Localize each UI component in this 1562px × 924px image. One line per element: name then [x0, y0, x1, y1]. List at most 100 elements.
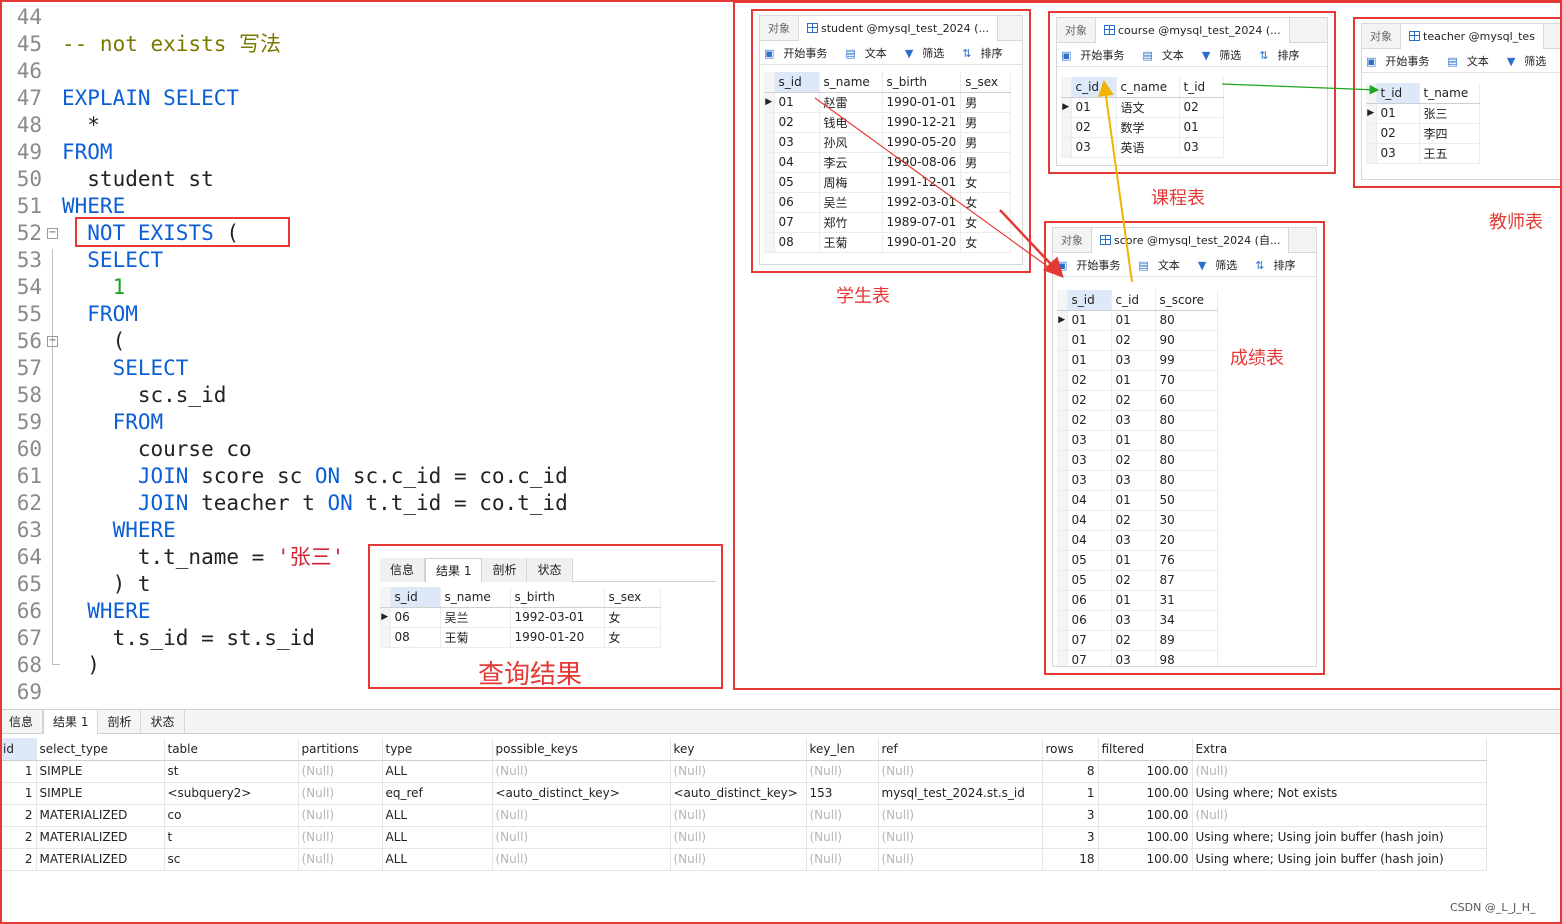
explain-result-grid[interactable]: id select_type table partitions type possible… [0, 738, 1487, 871]
column-header-partitions[interactable]: partitions [298, 738, 383, 761]
begin_tx-button[interactable]: ▣ 开始事务 [764, 45, 836, 61]
table-row[interactable]: 03 03 80 [1057, 470, 1218, 491]
table-row[interactable]: 07 郑竹 1989-07-01 女 [764, 212, 1012, 233]
table-row[interactable]: 06 01 31 [1057, 590, 1218, 611]
begin_tx-button[interactable]: ▣ 开始事务 [1061, 47, 1133, 63]
query-result-grid[interactable]: s_id s_name s_birth s_sex ▶ 06 吴兰 1992-03-01 女 08… [380, 587, 661, 648]
table-row[interactable]: ▶ 01 赵雷 1990-01-01 男 [764, 92, 1012, 113]
column-header-s_id[interactable]: s_id [1067, 290, 1112, 311]
sort-button[interactable]: ⇅ 排序 [962, 45, 1011, 61]
column-header-possible_keys[interactable]: possible_keys [492, 738, 671, 761]
column-header-t_id[interactable]: t_id [1376, 83, 1420, 104]
table-row[interactable]: 08 王菊 1990-01-20 女 [380, 627, 661, 648]
column-header-s_sex[interactable]: s_sex [960, 72, 1012, 93]
column-header-s_score[interactable]: s_score [1155, 290, 1218, 311]
table-row[interactable]: 02 01 70 [1057, 370, 1218, 391]
table-row[interactable]: 03 王五 [1366, 143, 1480, 164]
column-header-key[interactable]: key [670, 738, 807, 761]
text-button[interactable]: ▤ 文本 [1138, 257, 1188, 273]
explain-tab-0[interactable]: 信息 [0, 710, 44, 734]
table-row[interactable]: 04 02 30 [1057, 510, 1218, 531]
table-row[interactable]: 05 02 87 [1057, 570, 1218, 591]
result-tab-3[interactable]: 状态 [527, 558, 573, 582]
table-row[interactable]: 04 03 20 [1057, 530, 1218, 551]
column-header-table[interactable]: table [164, 738, 299, 761]
column-header-t_name[interactable]: t_name [1419, 83, 1480, 104]
begin_tx-button[interactable]: ▣ 开始事务 [1057, 257, 1129, 273]
table-row[interactable]: 07 02 89 [1057, 630, 1218, 651]
sort-button[interactable]: ⇅ 排序 [1259, 47, 1308, 63]
column-header-t_id[interactable]: t_id [1179, 77, 1224, 98]
column-header-c_id[interactable]: c_id [1071, 77, 1117, 98]
column-header-s_id[interactable]: s_id [774, 72, 820, 93]
explain-tab-3[interactable]: 状态 [141, 710, 185, 734]
table-row[interactable]: 02 钱电 1990-12-21 男 [764, 112, 1012, 133]
table-row[interactable]: ▶ 01 01 80 [1057, 310, 1218, 331]
table-row[interactable]: 06 吴兰 1992-03-01 女 [764, 192, 1012, 213]
column-header-s_sex[interactable]: s_sex [604, 587, 661, 608]
explain-tab-1[interactable]: 结果 1 [43, 710, 99, 734]
text-button[interactable]: ▤ 文本 [1142, 47, 1192, 63]
score-tab[interactable]: score @mysql_test_2024 (自... [1092, 228, 1290, 253]
table-row[interactable]: 1 SIMPLE st (Null) ALL (Null) (Null) (Null) (Nul… [0, 760, 1487, 783]
table-row[interactable]: 1 SIMPLE <subquery2> (Null) eq_ref <auto_dist… [0, 782, 1487, 805]
table-row[interactable]: ▶ 01 张三 [1366, 103, 1480, 124]
column-header-key_len[interactable]: key_len [806, 738, 879, 761]
fold-toggle-icon[interactable]: − [47, 228, 58, 239]
objects-tab[interactable]: 对象 [1053, 228, 1092, 253]
begin_tx-button[interactable]: ▣ 开始事务 [1366, 53, 1438, 69]
result-tab-1[interactable]: 结果 1 [425, 558, 483, 582]
table-row[interactable]: ▶ 06 吴兰 1992-03-01 女 [380, 607, 661, 628]
column-header-s_birth[interactable]: s_birth [510, 587, 605, 608]
table-row[interactable]: 05 周梅 1991-12-01 女 [764, 172, 1012, 193]
fold-toggle-icon[interactable]: − [47, 336, 58, 347]
table-row[interactable]: 04 01 50 [1057, 490, 1218, 511]
table-row[interactable]: 02 03 80 [1057, 410, 1218, 431]
column-header-c_id[interactable]: c_id [1111, 290, 1156, 311]
table-row[interactable]: 02 数学 01 [1061, 117, 1224, 138]
result-tab-2[interactable]: 剖析 [482, 558, 528, 582]
table-row[interactable]: 03 英语 03 [1061, 137, 1224, 158]
table-row[interactable]: 06 03 34 [1057, 610, 1218, 631]
column-header-s_name[interactable]: s_name [440, 587, 511, 608]
table-row[interactable]: ▶ 01 语文 02 [1061, 97, 1224, 118]
table-row[interactable]: 03 02 80 [1057, 450, 1218, 471]
filter-button[interactable]: ▼ 筛选 [905, 45, 953, 61]
table-row[interactable]: 07 03 98 [1057, 650, 1218, 666]
objects-tab[interactable]: 对象 [1362, 24, 1401, 49]
table-row[interactable]: 05 01 76 [1057, 550, 1218, 571]
column-header-s_birth[interactable]: s_birth [882, 72, 962, 93]
score-grid[interactable]: s_id c_id s_score ▶ 01 01 80 01 02 90 01 03 99 02 01 70… [1057, 290, 1218, 666]
table-row[interactable]: 2 MATERIALIZED co (Null) ALL (Null) (Null) (Nul… [0, 804, 1487, 827]
table-row[interactable]: 2 MATERIALIZED sc (Null) ALL (Null) (Null) (Nul… [0, 848, 1487, 871]
table-row[interactable]: 01 03 99 [1057, 350, 1218, 371]
course-grid[interactable]: c_id c_name t_id ▶ 01 语文 02 02 数学 01 03 英语 03 [1061, 77, 1224, 158]
table-row[interactable]: 03 01 80 [1057, 430, 1218, 451]
teacher-tab[interactable]: teacher @mysql_tes [1401, 24, 1544, 49]
filter-button[interactable]: ▼ 筛选 [1507, 53, 1555, 69]
column-header-id[interactable]: id [0, 738, 37, 761]
student-grid[interactable]: s_id s_name s_birth s_sex ▶ 01 赵雷 1990-01-01 男 02… [764, 72, 1012, 253]
result-tab-0[interactable]: 信息 [380, 558, 426, 582]
column-header-Extra[interactable]: Extra [1192, 738, 1487, 761]
table-row[interactable]: 03 孙风 1990-05-20 男 [764, 132, 1012, 153]
objects-tab[interactable]: 对象 [760, 16, 799, 41]
text-button[interactable]: ▤ 文本 [1447, 53, 1497, 69]
student-tab[interactable]: student @mysql_test_2024 (... [799, 16, 998, 41]
table-row[interactable]: 02 李四 [1366, 123, 1480, 144]
teacher-grid[interactable]: t_id t_name ▶ 01 张三 02 李四 03 王五 [1366, 83, 1480, 164]
column-header-s_name[interactable]: s_name [819, 72, 883, 93]
table-row[interactable]: 04 李云 1990-08-06 男 [764, 152, 1012, 173]
column-header-rows[interactable]: rows [1042, 738, 1099, 761]
objects-tab[interactable]: 对象 [1057, 18, 1096, 43]
table-row[interactable]: 08 王菊 1990-01-20 女 [764, 232, 1012, 253]
sort-button[interactable]: ⇅ 排序 [1255, 257, 1304, 273]
column-header-filtered[interactable]: filtered [1098, 738, 1193, 761]
filter-button[interactable]: ▼ 筛选 [1198, 257, 1246, 273]
filter-button[interactable]: ▼ 筛选 [1202, 47, 1250, 63]
explain-tab-2[interactable]: 剖析 [98, 710, 142, 734]
column-header-c_name[interactable]: c_name [1116, 77, 1180, 98]
course-tab[interactable]: course @mysql_test_2024 (... [1096, 18, 1290, 43]
column-header-ref[interactable]: ref [878, 738, 1043, 761]
text-button[interactable]: ▤ 文本 [845, 45, 895, 61]
